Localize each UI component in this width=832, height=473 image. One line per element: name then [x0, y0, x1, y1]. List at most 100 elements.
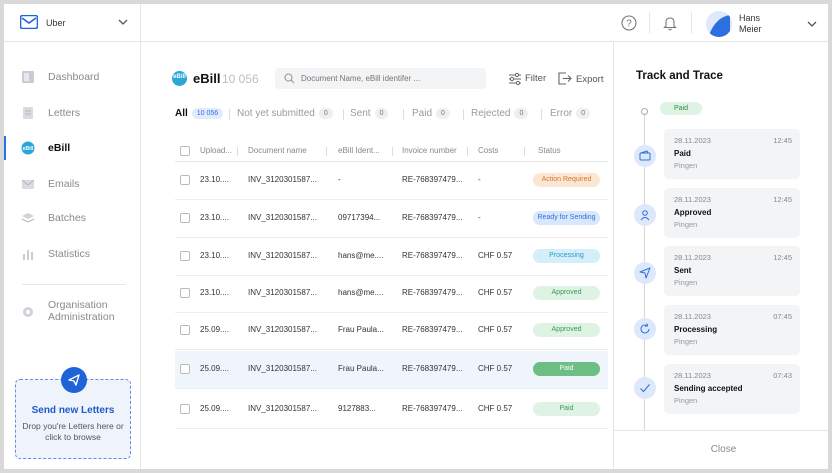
sidebar-item-label: Emails — [48, 178, 80, 190]
event-actor: Pingen — [674, 337, 698, 346]
column-header-invoice-number[interactable]: Invoice number — [402, 146, 457, 155]
gear-icon — [23, 307, 33, 317]
cell-document-name: INV_3120301587... — [248, 251, 317, 260]
svg-text:?: ? — [626, 19, 632, 30]
sidebar-item-batches[interactable]: Batches — [4, 204, 141, 232]
close-button[interactable]: Close — [614, 444, 828, 455]
row-checkbox[interactable] — [180, 213, 190, 223]
page-title: eBill — [193, 71, 221, 86]
help-icon[interactable]: ? — [621, 15, 637, 31]
status-badge: Approved — [533, 323, 600, 337]
sidebar-item-letters[interactable]: Letters — [4, 99, 141, 127]
bell-icon[interactable] — [662, 15, 678, 31]
column-header-document-name[interactable]: Document name — [248, 146, 307, 155]
table-row[interactable]: 23.10.... INV_3120301587... - RE-7683974… — [175, 162, 608, 200]
tab-label: Sent — [350, 108, 371, 119]
row-checkbox[interactable] — [180, 404, 190, 414]
search-input[interactable] — [301, 71, 481, 86]
top-bar: ? Hans Meier — [141, 4, 828, 42]
table-row[interactable]: 23.10.... INV_3120301587... 09717394... … — [175, 200, 608, 238]
cell-document-name: INV_3120301587... — [248, 364, 317, 373]
table-row-selected[interactable]: 25.09.... INV_3120301587... Frau Paula..… — [175, 351, 608, 389]
select-all-checkbox[interactable] — [180, 146, 190, 156]
tab-not-yet-submitted[interactable]: Not yet submitted 0 — [237, 108, 333, 122]
avatar-shape-icon — [709, 15, 730, 37]
row-checkbox[interactable] — [180, 251, 190, 261]
timeline-event: 28.11.2023 12:45 Paid Pingen — [664, 129, 800, 179]
row-checkbox[interactable] — [180, 175, 190, 185]
page-count: 10 056 — [222, 72, 259, 86]
tab-paid[interactable]: Paid 0 — [412, 108, 450, 122]
table-row[interactable]: 23.10.... INV_3120301587... hans@me.... … — [175, 238, 608, 276]
status-badge: Action Required — [533, 173, 600, 187]
ebill-logo-text: eBill — [173, 74, 186, 80]
sidebar-item-label: Batches — [48, 212, 86, 224]
timeline-event: 28.11.2023 12:45 Approved Pingen — [664, 188, 800, 238]
event-actor: Pingen — [674, 396, 698, 405]
column-header-costs[interactable]: Costs — [478, 146, 498, 155]
send-icon — [634, 262, 656, 284]
cell-document-name: INV_3120301587... — [248, 175, 317, 184]
column-header-upload[interactable]: Upload... — [200, 146, 232, 155]
organisation-switcher[interactable]: Uber — [4, 4, 141, 42]
sidebar-item-statistics[interactable]: Statistics — [4, 240, 141, 268]
table-row[interactable]: 25.09.... INV_3120301587... Frau Paula..… — [175, 312, 608, 350]
tab-error[interactable]: Error 0 — [550, 108, 591, 122]
column-header-status[interactable]: Status — [538, 146, 561, 155]
sidebar-item-label: Organisation Administration — [48, 299, 138, 323]
send-letters-button[interactable] — [61, 367, 87, 393]
column-header-ebill-identifier[interactable]: eBill Ident... — [338, 146, 380, 155]
tab-label: Error — [550, 108, 573, 119]
sidebar-item-ebill[interactable]: eBill eBill — [4, 134, 141, 162]
cell-upload-date: 25.09.... — [200, 364, 229, 373]
sidebar-divider — [22, 284, 126, 285]
user-name[interactable]: Hans Meier — [739, 13, 762, 35]
event-date: 28.11.2023 — [674, 136, 711, 145]
timeline-event: 28.11.2023 07:45 Processing Pingen — [664, 305, 800, 355]
cell-costs: - — [478, 213, 481, 222]
table-row[interactable]: 23.10.... INV_3120301587... hans@me.... … — [175, 275, 608, 313]
column-divider — [392, 147, 393, 156]
tab-all[interactable]: All 10 056 — [175, 108, 224, 122]
search-box[interactable] — [275, 68, 486, 89]
event-date: 28.11.2023 — [674, 312, 711, 321]
sidebar-item-organisation-administration[interactable]: Organisation Administration — [4, 296, 141, 330]
column-divider — [326, 147, 327, 156]
send-letters-dropzone[interactable]: Send new Letters Drop you're Letters her… — [15, 367, 131, 459]
column-divider — [237, 147, 238, 156]
event-status: Processing — [674, 325, 718, 334]
send-letters-hint: Drop you're Letters here or click to bro… — [22, 421, 124, 442]
chevron-down-icon[interactable] — [807, 19, 817, 29]
sidebar-item-emails[interactable]: Emails — [4, 170, 141, 198]
batches-icon — [21, 213, 35, 223]
timeline-event: 28.11.2023 07:43 Sending accepted Pingen — [664, 364, 800, 414]
cell-invoice-number: RE-768397479... — [402, 364, 463, 373]
event-status: Sending accepted — [674, 384, 743, 393]
tab-sent[interactable]: Sent 0 — [350, 108, 389, 122]
filter-icon — [509, 72, 521, 86]
event-time: 12:45 — [773, 253, 792, 262]
sidebar: Uber Dashboard Letters eBill eBill Email… — [4, 4, 141, 469]
event-actor: Pingen — [674, 220, 698, 229]
tab-count-badge: 10 056 — [191, 108, 224, 119]
avatar[interactable] — [706, 11, 732, 37]
row-checkbox[interactable] — [180, 364, 190, 374]
tab-divider — [343, 109, 344, 120]
tab-label: Not yet submitted — [237, 108, 315, 119]
user-last-name: Meier — [739, 24, 762, 34]
header-divider — [691, 12, 692, 34]
panel-footer: Close — [614, 430, 828, 469]
event-time: 12:45 — [773, 195, 792, 204]
cell-costs: - — [478, 175, 481, 184]
event-date: 28.11.2023 — [674, 195, 711, 204]
track-and-trace-panel: Track and Trace Paid 28.11.2023 12:45 Pa… — [613, 42, 828, 469]
sidebar-item-dashboard[interactable]: Dashboard — [4, 63, 141, 91]
row-checkbox[interactable] — [180, 288, 190, 298]
tab-rejected[interactable]: Rejected 0 — [471, 108, 529, 122]
row-checkbox[interactable] — [180, 325, 190, 335]
table-row[interactable]: 25.09.... INV_3120301587... 9127883... R… — [175, 391, 608, 429]
event-time: 07:43 — [773, 371, 792, 380]
tab-divider — [541, 109, 542, 120]
panel-title: Track and Trace — [636, 70, 723, 82]
send-letters-title: Send new Letters — [31, 405, 115, 416]
